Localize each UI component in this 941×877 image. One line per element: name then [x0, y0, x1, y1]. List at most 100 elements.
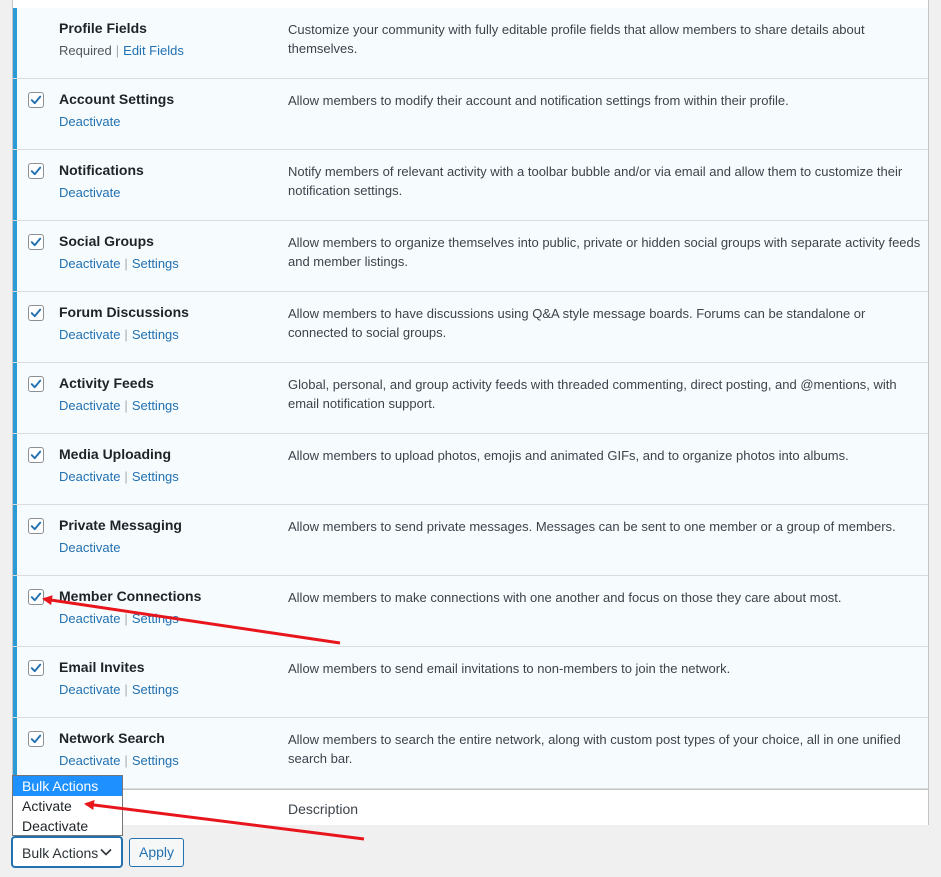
bulk-option-activate[interactable]: Activate	[13, 796, 122, 816]
action-separator: |	[124, 256, 128, 271]
component-description: Notify members of relevant activity with…	[288, 164, 903, 198]
row-actions: Deactivate | Settings	[59, 611, 179, 626]
settings-link[interactable]: Settings	[132, 327, 179, 342]
checkmark-icon	[30, 592, 42, 602]
deactivate-link[interactable]: Deactivate	[59, 327, 120, 342]
component-checkbox[interactable]	[28, 234, 44, 250]
component-row-profile-fields: Profile Fields Required | Edit Fields Custom…	[13, 8, 928, 79]
settings-link[interactable]: Settings	[132, 398, 179, 413]
component-name: Social Groups	[59, 233, 154, 249]
component-name: Notifications	[59, 162, 144, 178]
components-table: Profile Fields Required | Edit Fields Custom…	[12, 0, 929, 825]
component-name: Member Connections	[59, 588, 202, 604]
checkmark-icon	[30, 663, 42, 673]
component-name: Media Uploading	[59, 446, 171, 462]
component-description: Allow members to have discussions using …	[288, 306, 866, 340]
row-actions: Deactivate | Settings	[59, 398, 179, 413]
component-row-email-invites: Email Invites Deactivate | Settings Allow me…	[13, 647, 928, 718]
deactivate-link[interactable]: Deactivate	[59, 753, 120, 768]
component-name: Profile Fields	[59, 20, 147, 36]
action-separator: |	[124, 611, 128, 626]
component-row-social-groups: Social Groups Deactivate | Settings Allow me…	[13, 221, 928, 292]
component-description: Allow members to search the entire netwo…	[288, 732, 901, 766]
checkmark-icon	[30, 237, 42, 247]
row-actions: Deactivate | Settings	[59, 256, 179, 271]
component-row-notifications: Notifications Deactivate Notify members of…	[13, 150, 928, 221]
component-row-network-search: Network Search Deactivate | Settings Allow m…	[13, 718, 928, 789]
bulk-actions-selected: Bulk Actions	[22, 845, 99, 861]
row-actions: Deactivate | Settings	[59, 682, 179, 697]
component-row-account-settings: Account Settings Deactivate Allow members …	[13, 79, 928, 150]
checkmark-icon	[30, 166, 42, 176]
component-description: Allow members to modify their account an…	[288, 93, 789, 108]
component-checkbox[interactable]	[28, 660, 44, 676]
edit-fields-link[interactable]: Edit Fields	[123, 43, 184, 58]
component-row-private-messaging: Private Messaging Deactivate Allow members…	[13, 505, 928, 576]
checkmark-icon	[30, 734, 42, 744]
row-actions: Deactivate | Settings	[59, 469, 179, 484]
action-separator: |	[124, 682, 128, 697]
settings-link[interactable]: Settings	[132, 753, 179, 768]
component-row-media-uploading: Media Uploading Deactivate | Settings Allow …	[13, 434, 928, 505]
deactivate-link[interactable]: Deactivate	[59, 398, 120, 413]
action-separator: |	[124, 753, 128, 768]
apply-button[interactable]: Apply	[129, 838, 184, 867]
row-actions: Deactivate	[59, 540, 120, 555]
component-description: Allow members to send private messages. …	[288, 519, 896, 534]
settings-link[interactable]: Settings	[132, 469, 179, 484]
deactivate-link[interactable]: Deactivate	[59, 185, 120, 200]
checkmark-icon	[30, 521, 42, 531]
deactivate-link[interactable]: Deactivate	[59, 611, 120, 626]
components-list: Profile Fields Required | Edit Fields Custom…	[13, 8, 928, 789]
action-separator: |	[115, 43, 120, 58]
column-header-description: Description	[288, 801, 359, 817]
component-description: Allow members to organize themselves int…	[288, 235, 921, 269]
component-checkbox[interactable]	[28, 92, 44, 108]
row-actions: Deactivate	[59, 185, 120, 200]
table-footer: nt Description	[13, 789, 928, 825]
component-description: Allow members to make connections with o…	[288, 590, 842, 605]
component-description: Customize your community with fully edit…	[288, 22, 865, 56]
component-checkbox[interactable]	[28, 376, 44, 392]
chevron-down-icon	[100, 848, 112, 856]
component-row-member-connections: Member Connections Deactivate | Settings All…	[13, 576, 928, 647]
component-checkbox[interactable]	[28, 731, 44, 747]
bulk-option-bulk-actions[interactable]: Bulk Actions	[13, 776, 122, 796]
checkmark-icon	[30, 379, 42, 389]
component-checkbox[interactable]	[28, 589, 44, 605]
settings-link[interactable]: Settings	[132, 682, 179, 697]
deactivate-link[interactable]: Deactivate	[59, 540, 120, 555]
action-separator: |	[124, 469, 128, 484]
deactivate-link[interactable]: Deactivate	[59, 114, 120, 129]
component-row-forum-discussions: Forum Discussions Deactivate | Settings Allo…	[13, 292, 928, 363]
row-actions: Deactivate	[59, 114, 120, 129]
component-name: Network Search	[59, 730, 165, 746]
component-checkbox[interactable]	[28, 447, 44, 463]
component-description: Allow members to send email invitations …	[288, 661, 731, 676]
row-actions: Deactivate | Settings	[59, 327, 179, 342]
row-actions: Deactivate | Settings	[59, 753, 179, 768]
deactivate-link[interactable]: Deactivate	[59, 469, 120, 484]
bulk-option-deactivate[interactable]: Deactivate	[13, 816, 122, 836]
deactivate-link[interactable]: Deactivate	[59, 256, 120, 271]
component-name: Forum Discussions	[59, 304, 189, 320]
checkmark-icon	[30, 308, 42, 318]
bulk-actions-dropdown: Bulk Actions Activate Deactivate	[12, 775, 123, 836]
action-separator: |	[124, 327, 128, 342]
component-name: Activity Feeds	[59, 375, 154, 391]
component-description: Allow members to upload photos, emojis a…	[288, 448, 849, 463]
component-checkbox[interactable]	[28, 518, 44, 534]
component-row-activity-feeds: Activity Feeds Deactivate | Settings Global,…	[13, 363, 928, 434]
deactivate-link[interactable]: Deactivate	[59, 682, 120, 697]
component-name: Private Messaging	[59, 517, 182, 533]
component-checkbox[interactable]	[28, 163, 44, 179]
settings-link[interactable]: Settings	[132, 256, 179, 271]
row-actions: Required | Edit Fields	[59, 43, 184, 58]
component-name: Email Invites	[59, 659, 145, 675]
component-checkbox[interactable]	[28, 305, 44, 321]
component-name: Account Settings	[59, 91, 175, 107]
component-description: Global, personal, and group activity fee…	[288, 377, 897, 411]
required-label: Required	[59, 43, 112, 58]
bulk-actions-select[interactable]: Bulk Actions	[12, 837, 122, 867]
settings-link[interactable]: Settings	[132, 611, 179, 626]
